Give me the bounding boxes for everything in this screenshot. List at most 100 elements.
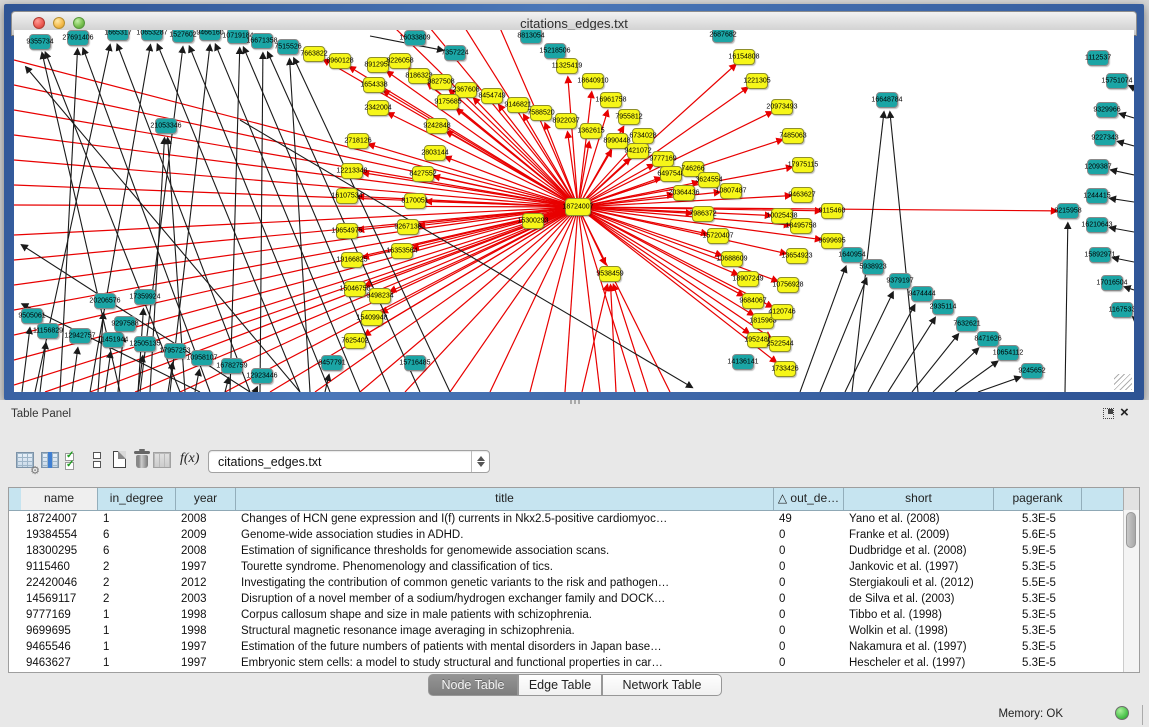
delete-rows-icon[interactable] [132,449,154,473]
vertical-scrollbar[interactable] [1123,510,1139,672]
table-settings-icon[interactable]: ⚙ [15,449,37,473]
column-header-title[interactable]: title [236,488,774,510]
tab-edge-table[interactable]: Edge Table [518,674,602,696]
graph-edge-black[interactable] [845,292,893,392]
graph-node[interactable]: 15751074 [1106,73,1128,89]
tab-network-table[interactable]: Network Table [602,674,722,696]
graph-node[interactable]: 8471626 [977,331,999,347]
graph-node[interactable]: 1640954 [841,247,863,263]
graph-node[interactable]: 12213348 [341,163,363,179]
graph-node[interactable]: 12942757 [69,328,91,344]
new-table-icon[interactable] [110,449,132,473]
graph-edge-red[interactable] [578,92,592,207]
graph-node[interactable]: 8960128 [329,53,351,69]
splitter-handle[interactable] [570,400,580,404]
graph-node[interactable]: 20364436 [673,185,695,201]
graph-node[interactable]: 9505061 [21,308,43,324]
graph-node[interactable]: 9463627 [791,187,813,203]
column-header-out_de…[interactable]: △ out_de… [774,488,844,510]
graph-node[interactable]: 9115460 [821,203,843,219]
graph-node[interactable]: 2687682 [712,30,734,43]
graph-node[interactable]: 16671358 [251,33,273,49]
graph-node[interactable]: 18495758 [790,218,812,234]
graph-node[interactable]: 9538459 [599,266,621,282]
graph-edge-black[interactable] [98,313,103,392]
graph-node[interactable]: 18907249 [737,271,759,287]
close-panel-icon[interactable]: × [1120,405,1129,420]
graph-edge-black[interactable] [1065,223,1068,392]
graph-node[interactable]: 10807487 [720,183,742,199]
graph-node[interactable]: 1221305 [746,73,768,89]
graph-node[interactable]: 15720407 [707,228,729,244]
graph-node[interactable]: 17975115 [792,157,814,173]
graph-node[interactable]: 16353564 [391,243,413,259]
graph-node[interactable]: 2342004 [367,100,389,116]
graph-node[interactable]: 12923446 [251,368,273,384]
graph-node[interactable]: 17957253 [164,343,186,359]
table-row[interactable]: 2242004622012Investigating the contribut… [9,575,1124,591]
graph-node[interactable]: 4120746 [771,304,793,320]
graph-node[interactable]: 1654338 [363,77,385,93]
unselect-rows-icon[interactable] [87,449,109,473]
graph-node[interactable]: 9498234 [369,288,391,304]
graph-edge-red[interactable] [14,207,578,335]
graph-node[interactable]: 9684067 [742,293,764,309]
graph-node[interactable]: 16210643 [1086,217,1108,233]
graph-node[interactable]: 7515526 [277,39,299,55]
graph-node[interactable]: 7986372 [692,206,714,222]
tab-node-table[interactable]: Node Table [428,674,518,696]
float-panel-icon[interactable] [1103,408,1114,419]
graph-node[interactable]: 15716485 [404,355,426,371]
graph-node[interactable]: 12505135 [134,336,156,352]
graph-edge-black[interactable] [978,377,1021,392]
graph-node[interactable]: 1112537 [1087,50,1109,66]
graph-node[interactable]: 8813054 [520,30,542,44]
graph-edge-black[interactable] [240,120,692,387]
graph-edge-black[interactable] [1118,141,1134,146]
graph-node[interactable]: 7625402 [344,333,366,349]
graph-node[interactable]: 17359924 [134,289,156,305]
graph-node[interactable]: 16107534 [336,188,358,204]
graph-edge-black[interactable] [1129,86,1134,88]
graph-edge-black[interactable] [1110,198,1134,202]
graph-node[interactable]: 9827508 [430,74,452,90]
graph-node[interactable]: 2718126 [347,133,369,149]
column-header-pagerank[interactable]: pagerank [994,488,1082,510]
graph-edge-black[interactable] [230,48,240,392]
graph-node[interactable]: 7588520 [530,105,552,121]
graph-edge-red[interactable] [578,207,635,392]
graph-node[interactable]: 1362615 [580,123,602,139]
table-row[interactable]: 969969511998Structural magnetic resonanc… [9,623,1124,639]
graph-edge-black[interactable] [820,278,867,392]
graph-node[interactable]: 1167533 [1111,302,1133,318]
table-row[interactable]: 1938455462009Genome-wide association stu… [9,527,1124,543]
graph-edge-black[interactable] [868,305,915,392]
table-select-combobox[interactable]: citations_edges.txt [208,450,490,473]
table-row[interactable]: 911546021997Tourette syndrome. Phenomeno… [9,559,1124,575]
graph-node[interactable]: 9245652 [1021,363,1043,379]
graph-node[interactable]: 14136141 [732,354,754,370]
graph-edge-red[interactable] [582,285,607,392]
graph-node[interactable]: 19166825 [341,252,363,268]
scrollbar-thumb[interactable] [1126,512,1136,548]
select-all-rows-icon[interactable] [63,449,85,473]
graph-node[interactable]: 7955812 [618,109,640,125]
graph-node[interactable]: 9175685 [437,94,459,110]
graph-node[interactable]: 1209387 [1087,159,1109,175]
graph-edge-black[interactable] [255,387,257,392]
graph-node[interactable]: 10653287 [141,30,163,41]
graph-node[interactable]: 10756928 [777,277,799,293]
graph-edge-black[interactable] [72,348,78,392]
graph-node[interactable]: 7485063 [782,128,804,144]
column-header-year[interactable]: year [176,488,236,510]
graph-node[interactable]: 9379197 [889,273,911,289]
function-builder-icon[interactable]: f(x) [180,449,202,473]
graph-node[interactable]: 16154808 [733,49,755,65]
graph-node[interactable]: 9329966 [1096,102,1118,118]
graph-node[interactable]: 1733426 [774,361,796,377]
graph-node[interactable]: 19654975 [336,223,358,239]
table-row[interactable]: 946554611997Estimation of the future num… [9,639,1124,655]
graph-node[interactable]: 8215958 [1057,203,1079,219]
memory-ok-icon[interactable] [1115,706,1129,720]
graph-node[interactable]: 6734028 [632,128,654,144]
